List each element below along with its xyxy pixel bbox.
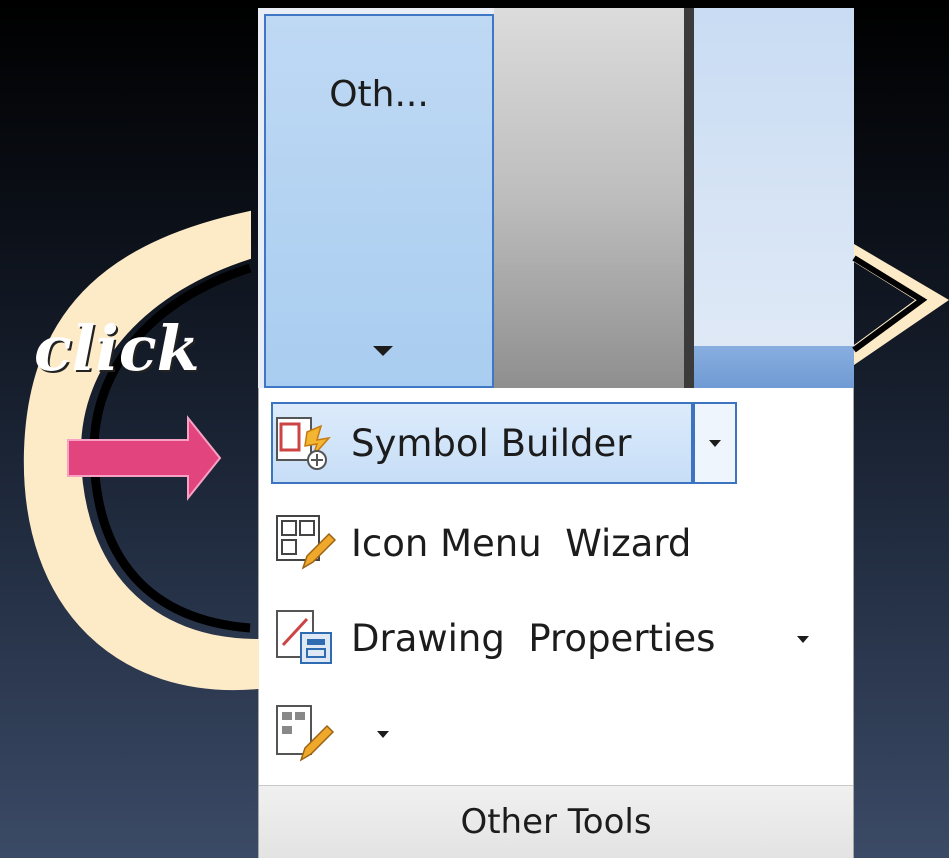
annotation-overlay bbox=[23, 210, 949, 691]
chevron-right-arrow-icon bbox=[854, 244, 949, 365]
click-annotation: click bbox=[34, 312, 200, 385]
